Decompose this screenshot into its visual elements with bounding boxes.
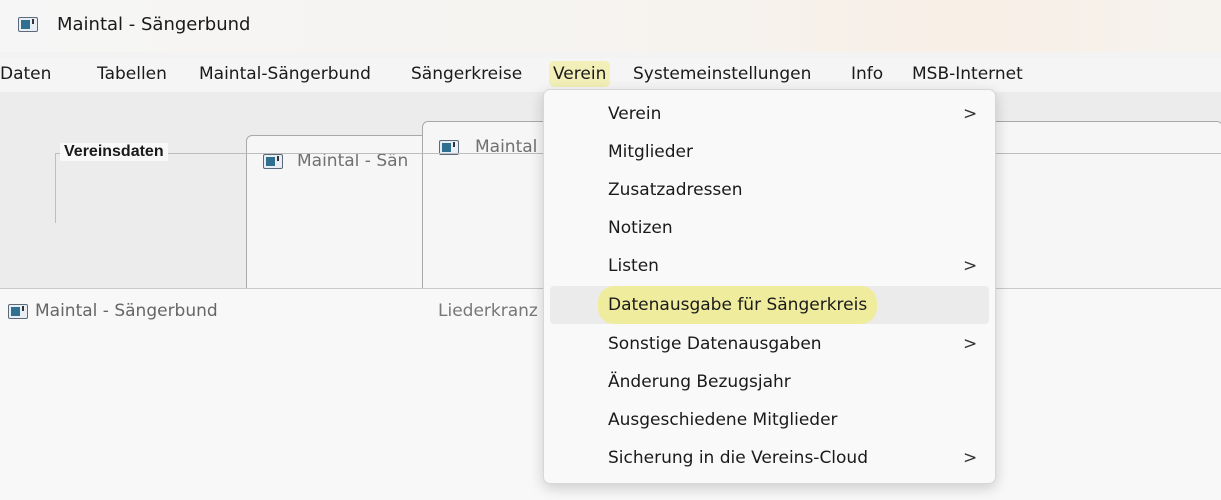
menu-systemeinstellungen[interactable]: Systemeinstellungen xyxy=(633,61,811,87)
menu-item-label: Sonstige Datenausgaben xyxy=(608,334,822,354)
menu-item-label: Notizen xyxy=(608,218,673,238)
menu-tabellen[interactable]: Tabellen xyxy=(97,61,167,87)
main-child-window-title: Maintal - Sängerbund xyxy=(35,301,218,321)
menu-item-aenderung-bezugsjahr[interactable]: Änderung Bezugsjahr xyxy=(550,363,989,401)
menu-item-listen[interactable]: Listen > xyxy=(550,247,989,285)
title-bar: Maintal - Sängerbund xyxy=(0,0,1221,52)
menu-item-label: Listen xyxy=(608,256,659,276)
menu-item-zusatzadressen[interactable]: Zusatzadressen xyxy=(550,171,989,209)
menu-saengerkreise[interactable]: Sängerkreise xyxy=(411,61,522,87)
menu-verein[interactable]: Verein xyxy=(549,61,611,87)
menu-item-mitglieder[interactable]: Mitglieder xyxy=(550,133,989,171)
menu-msb-internet[interactable]: MSB-Internet xyxy=(912,61,1023,87)
chevron-right-icon: > xyxy=(963,256,978,276)
menu-maintal-saengerbund[interactable]: Maintal-Sängerbund xyxy=(199,61,371,87)
menu-item-label: Zusatzadressen xyxy=(608,180,743,200)
chevron-right-icon: > xyxy=(963,334,978,354)
menu-item-verein[interactable]: Verein > xyxy=(550,95,989,133)
menu-item-label: Datenausgabe für Sängerkreis xyxy=(598,286,878,324)
menu-item-ausgeschiedene-mitglieder[interactable]: Ausgeschiedene Mitglieder xyxy=(550,401,989,439)
menu-item-label: Ausgeschiedene Mitglieder xyxy=(608,410,838,430)
menu-item-sonstige-datenausgaben[interactable]: Sonstige Datenausgaben > xyxy=(550,325,989,363)
liederkranz-label: Liederkranz xyxy=(438,301,538,321)
menu-item-sicherung-vereins-cloud[interactable]: Sicherung in die Vereins-Cloud > xyxy=(550,439,989,477)
window-icon xyxy=(8,304,28,319)
menu-item-label: Änderung Bezugsjahr xyxy=(608,372,791,392)
menu-daten[interactable]: Daten xyxy=(0,61,51,87)
menu-item-notizen[interactable]: Notizen xyxy=(550,209,989,247)
menu-bar: Daten Tabellen Maintal-Sängerbund Sänger… xyxy=(0,58,1221,92)
app-icon xyxy=(18,17,38,32)
window-title: Maintal - Sängerbund xyxy=(57,14,251,35)
menu-info[interactable]: Info xyxy=(851,61,883,87)
verein-dropdown-menu: Verein > Mitglieder Zusatzadressen Notiz… xyxy=(543,89,996,484)
menu-item-datenausgabe-saengerkreis[interactable]: Datenausgabe für Sängerkreis xyxy=(550,286,989,324)
groupbox-label: Vereinsdaten xyxy=(60,143,168,161)
chevron-right-icon: > xyxy=(963,104,978,124)
menu-item-label: Verein xyxy=(608,104,662,124)
menu-item-label: Sicherung in die Vereins-Cloud xyxy=(608,448,868,468)
menu-item-label: Mitglieder xyxy=(608,142,693,162)
chevron-right-icon: > xyxy=(963,448,978,468)
